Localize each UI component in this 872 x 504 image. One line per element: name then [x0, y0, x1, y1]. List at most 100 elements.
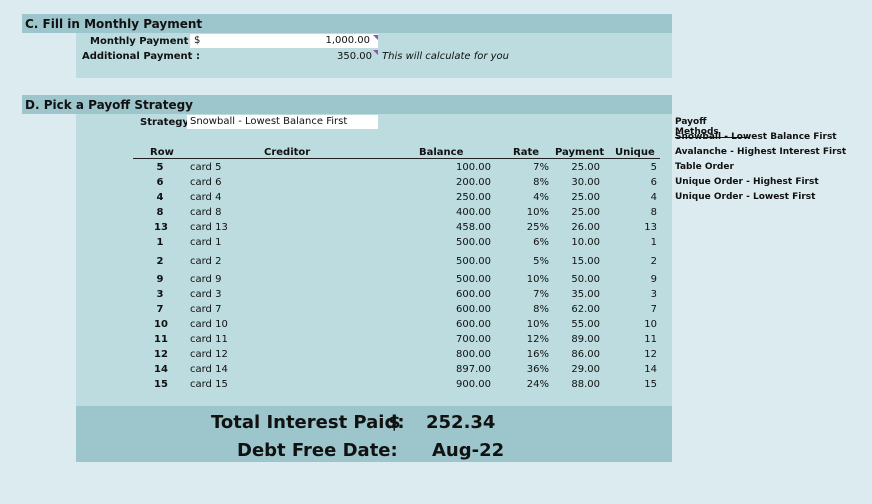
cell-payment: 26.00 [571, 222, 600, 233]
cell-creditor: card 13 [190, 222, 228, 233]
table-row: 13 card 13 458.00 25% 26.00 13 [0, 222, 872, 236]
cell-creditor: card 7 [190, 304, 222, 315]
cell-creditor: card 9 [190, 274, 222, 285]
cell-unique: 1 [650, 237, 657, 248]
table-row: 8 card 8 400.00 10% 25.00 8 [0, 207, 872, 221]
cell-payment: 55.00 [571, 319, 600, 330]
cell-balance: 500.00 [456, 237, 491, 248]
cell-unique: 15 [644, 379, 657, 390]
cell-unique: 6 [650, 177, 657, 188]
cell-rate: 16% [526, 349, 549, 360]
cell-payment: 30.00 [571, 177, 600, 188]
cell-payment: 25.00 [571, 192, 600, 203]
payoff-method-item: Avalanche - Highest Interest First [675, 147, 847, 157]
cell-creditor: card 1 [190, 237, 222, 248]
cell-row: 11 [154, 334, 168, 345]
header-underline [133, 158, 660, 159]
strategy-value: Snowball - Lowest Balance First [190, 116, 348, 127]
cell-creditor: card 6 [190, 177, 222, 188]
col-header-row: Row [150, 147, 174, 158]
cell-unique: 12 [644, 349, 657, 360]
cell-balance: 600.00 [456, 319, 491, 330]
cell-row: 10 [154, 319, 168, 330]
cell-rate: 10% [526, 274, 549, 285]
cell-row: 1 [156, 237, 164, 248]
col-header-balance: Balance [419, 147, 464, 158]
additional-payment-note: This will calculate for you [382, 51, 510, 62]
cell-creditor: card 15 [190, 379, 228, 390]
table-row: 2 card 2 500.00 5% 15.00 2 [0, 256, 872, 270]
payoff-method-item: Snowball - Lowest Balance First [675, 132, 837, 142]
cell-unique: 10 [644, 319, 657, 330]
monthly-payment-label: Monthly Payment : [90, 36, 196, 47]
cell-creditor: card 12 [190, 349, 228, 360]
col-header-rate: Rate [513, 147, 540, 158]
payoff-method-item: Unique Order - Lowest First [675, 192, 816, 202]
table-row: 10 card 10 600.00 10% 55.00 10 [0, 319, 872, 333]
table-row: 12 card 12 800.00 16% 86.00 12 [0, 349, 872, 363]
cell-rate: 4% [533, 192, 549, 203]
payoff-method-item: Table Order [675, 162, 734, 172]
cell-payment: 35.00 [571, 289, 600, 300]
cell-balance: 897.00 [456, 364, 491, 375]
cell-row: 12 [154, 349, 168, 360]
monthly-payment-input[interactable]: $ 1,000.00 [190, 34, 378, 48]
debt-free-value: Aug-22 [432, 440, 505, 461]
cell-balance: 700.00 [456, 334, 491, 345]
cell-unique: 9 [650, 274, 657, 285]
cell-payment: 10.00 [571, 237, 600, 248]
table-row: 5 card 5 100.00 7% 25.00 5 [0, 162, 872, 176]
cell-unique: 8 [650, 207, 657, 218]
additional-payment-label: Additional Payment : [82, 51, 200, 62]
cell-row: 6 [156, 177, 164, 188]
cell-creditor: card 5 [190, 162, 222, 173]
monthly-payment-currency: $ [194, 35, 201, 46]
cell-creditor: card 10 [190, 319, 228, 330]
total-interest-value: 252.34 [426, 412, 496, 433]
strategy-select[interactable]: Snowball - Lowest Balance First [187, 115, 378, 129]
comment-marker-icon [373, 50, 378, 55]
cell-balance: 600.00 [456, 304, 491, 315]
cell-rate: 8% [533, 304, 549, 315]
cell-rate: 36% [526, 364, 549, 375]
col-header-unique: Unique [615, 147, 655, 158]
cell-payment: 50.00 [571, 274, 600, 285]
cell-balance: 200.00 [456, 177, 491, 188]
cell-balance: 800.00 [456, 349, 491, 360]
cell-creditor: card 11 [190, 334, 228, 345]
cell-unique: 7 [650, 304, 657, 315]
cell-payment: 29.00 [571, 364, 600, 375]
cell-balance: 458.00 [456, 222, 491, 233]
cell-row: 7 [156, 304, 164, 315]
cell-rate: 24% [526, 379, 549, 390]
cell-balance: 400.00 [456, 207, 491, 218]
cell-unique: 11 [644, 334, 657, 345]
comment-marker-icon [373, 35, 378, 40]
cell-payment: 62.00 [571, 304, 600, 315]
cell-payment: 89.00 [571, 334, 600, 345]
cell-creditor: card 2 [190, 256, 222, 267]
col-header-payment: Payment [555, 147, 605, 158]
cell-creditor: card 14 [190, 364, 228, 375]
cell-row: 14 [154, 364, 168, 375]
cell-rate: 10% [526, 319, 549, 330]
cell-unique: 13 [644, 222, 657, 233]
strategy-label: Strategy: [140, 117, 193, 128]
cell-payment: 25.00 [571, 207, 600, 218]
cell-rate: 6% [533, 237, 549, 248]
cell-unique: 4 [650, 192, 657, 203]
table-row: 15 card 15 900.00 24% 88.00 15 [0, 379, 872, 393]
cell-payment: 86.00 [571, 349, 600, 360]
cell-rate: 7% [533, 162, 549, 173]
cell-unique: 2 [650, 256, 657, 267]
cell-balance: 600.00 [456, 289, 491, 300]
cell-balance: 500.00 [456, 256, 491, 267]
cell-row: 2 [156, 256, 164, 267]
cell-row: 8 [156, 207, 164, 218]
cell-rate: 5% [533, 256, 549, 267]
total-interest-currency: $ [388, 412, 401, 433]
cell-payment: 25.00 [571, 162, 600, 173]
total-interest-label: Total Interest Paid: [211, 412, 405, 433]
cell-rate: 8% [533, 177, 549, 188]
debt-free-label: Debt Free Date: [237, 440, 398, 461]
